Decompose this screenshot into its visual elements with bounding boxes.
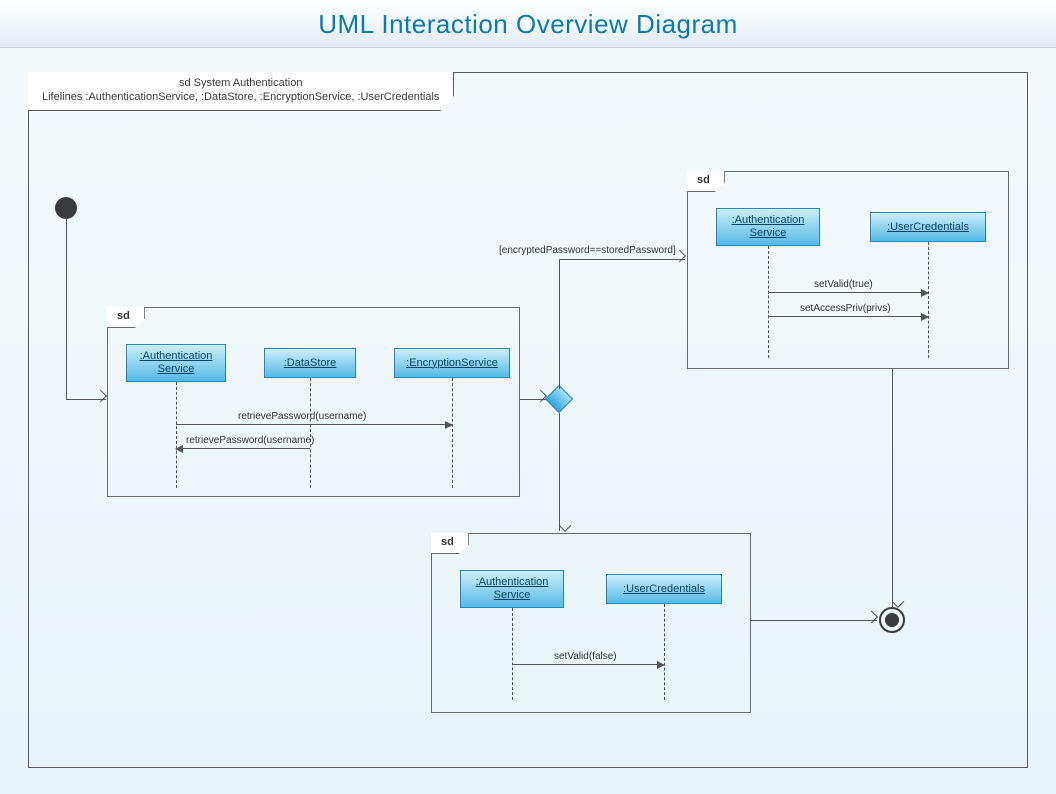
- flow-dec-down: [559, 413, 560, 531]
- outer-frame-title: sd System Authentication: [42, 76, 439, 90]
- flow-sd2-down: [892, 369, 893, 607]
- outer-frame-header: sd System Authentication Lifelines :Auth…: [28, 72, 454, 111]
- flow-dec-right-sd2: [559, 259, 685, 260]
- sd1-dash-auth: [176, 382, 177, 488]
- flow-sd1-decision: [520, 399, 546, 400]
- outer-frame-lifelines: Lifelines :AuthenticationService, :DataS…: [42, 90, 439, 104]
- guard-label: [encryptedPassword==storedPassword]: [499, 245, 676, 256]
- flow-sd2-arrow: [892, 593, 893, 607]
- flow-sd3-right: [751, 620, 877, 621]
- sd2-msg1-line: [768, 292, 928, 293]
- sd1-frame: sd :Authentication Service :DataStore :E…: [107, 307, 520, 497]
- sd2-msg2-label: setAccessPriv(privs): [800, 303, 891, 314]
- sd1-msg2-line: [176, 448, 310, 449]
- sd2-frame: sd :Authentication Service :UserCredenti…: [687, 171, 1009, 369]
- sd2-msg1-label: setValid(true): [814, 279, 873, 290]
- flow-dec-up: [559, 259, 560, 389]
- sd1-ll-auth: :Authentication Service: [126, 344, 226, 382]
- sd1-msg1-label: retrievePassword(username): [238, 411, 366, 422]
- sd2-dash-auth: [768, 246, 769, 358]
- sd1-msg1-line: [176, 424, 452, 425]
- sd1-ll-encryption: :EncryptionService: [394, 348, 510, 378]
- flow-initial-down: [66, 219, 67, 399]
- flow-initial-right: [66, 399, 106, 400]
- initial-node: [55, 197, 77, 219]
- sd2-ll-auth: :Authentication Service: [716, 208, 820, 246]
- sd3-ll-uc: :UserCredentials: [606, 574, 722, 604]
- page-title: UML Interaction Overview Diagram: [0, 0, 1056, 48]
- sd3-msg1-line: [512, 664, 664, 665]
- sd3-frame: sd :Authentication Service :UserCredenti…: [431, 533, 751, 713]
- sd1-dash-enc: [452, 378, 453, 488]
- sd2-msg2-line: [768, 316, 928, 317]
- sd3-dash-uc: [664, 604, 665, 700]
- sd1-msg2-label: retrievePassword(username): [186, 435, 314, 446]
- decision-node: [545, 385, 573, 413]
- outer-frame: sd System Authentication Lifelines :Auth…: [28, 72, 1028, 768]
- sd3-tab: sd: [431, 533, 469, 554]
- sd1-ll-datastore: :DataStore: [264, 348, 356, 378]
- sd2-tab: sd: [687, 171, 725, 192]
- sd2-dash-uc: [928, 242, 929, 358]
- sd3-dash-auth: [512, 608, 513, 700]
- sd1-tab: sd: [107, 307, 145, 328]
- sd2-ll-uc: :UserCredentials: [870, 212, 986, 242]
- final-node: [879, 607, 905, 633]
- sd3-ll-auth: :Authentication Service: [460, 570, 564, 608]
- sd1-dash-ds: [310, 378, 311, 488]
- sd3-msg1-label: setValid(false): [554, 651, 617, 662]
- diagram-canvas: sd System Authentication Lifelines :Auth…: [0, 48, 1056, 794]
